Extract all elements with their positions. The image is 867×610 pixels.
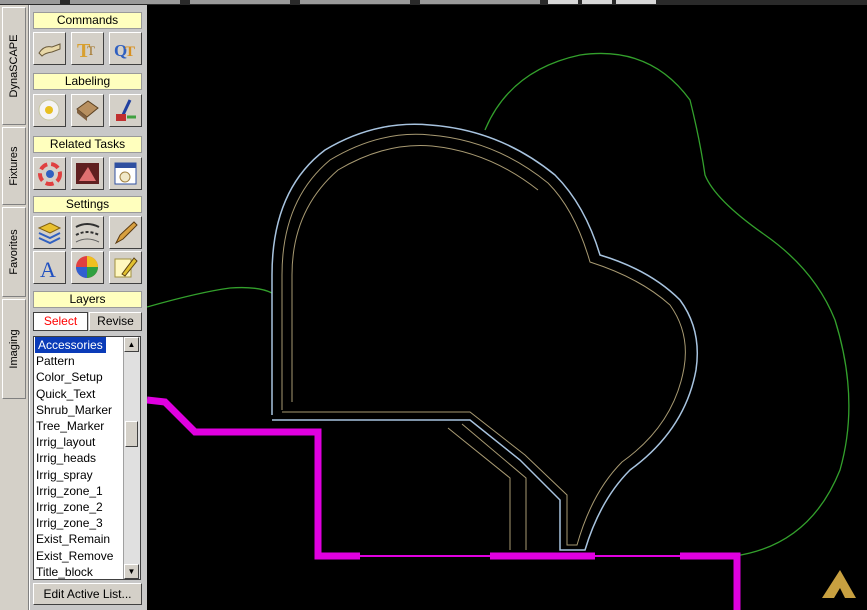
tab-label: DynaSCAPE [8, 34, 20, 98]
list-item[interactable]: Quick_Text [36, 386, 95, 402]
color-wheel-icon[interactable] [33, 157, 66, 190]
calendar-plant-icon[interactable] [109, 157, 142, 190]
layers-header: Layers [33, 291, 142, 308]
plant-label-icon[interactable] [33, 94, 66, 127]
line-style-icon[interactable] [71, 216, 104, 249]
dynascape-logo-icon [822, 570, 856, 598]
labeling-header: Labeling [33, 73, 142, 90]
tab-dynascape[interactable]: DynaSCAPE [2, 7, 26, 125]
list-item[interactable]: Irrig_zone_3 [36, 515, 103, 531]
font-a-icon[interactable]: A [33, 251, 66, 284]
layer-list[interactable]: Accessories Pattern Color_Setup Quick_Te… [33, 336, 141, 580]
dynascape-panel: Commands TT QT Labeling Related Tasks Se… [29, 5, 147, 610]
edit-active-list-button[interactable]: Edit Active List... [33, 583, 142, 605]
list-item[interactable]: Exist_Remain [36, 531, 110, 547]
pool-outer-outline [271, 123, 699, 551]
text-t-icon[interactable]: TT [71, 32, 104, 65]
revise-button[interactable]: Revise [89, 312, 142, 331]
list-item[interactable]: Shrub_Marker [36, 402, 112, 418]
list-item[interactable]: Pattern [36, 353, 75, 369]
scroll-thumb[interactable] [125, 421, 138, 447]
settings-row-2: A [33, 251, 142, 285]
commands-row: TT QT [33, 32, 142, 66]
drawing-canvas[interactable] [147, 5, 867, 610]
settings-header: Settings [33, 196, 142, 213]
tab-fixtures[interactable]: Fixtures [2, 127, 26, 205]
list-item[interactable]: Irrig_spray [36, 467, 93, 483]
settings-row-1 [33, 216, 142, 250]
list-item[interactable]: Title_block [36, 564, 93, 580]
select-button[interactable]: Select [33, 312, 88, 331]
pool-coping-line [291, 145, 539, 550]
scroll-up-icon[interactable]: ▲ [124, 337, 139, 352]
layer-list-scrollbar[interactable]: ▲ ▼ [123, 337, 140, 579]
tab-label: Favorites [8, 229, 20, 275]
list-item[interactable]: Exist_Remove [36, 548, 113, 564]
material-label-icon[interactable] [71, 94, 104, 127]
scroll-down-icon[interactable]: ▼ [124, 564, 139, 579]
list-item[interactable]: Color_Setup [36, 369, 103, 385]
commands-header: Commands [33, 12, 142, 29]
pen-icon[interactable] [109, 216, 142, 249]
list-item[interactable]: Accessories [35, 337, 106, 353]
color-palette-icon[interactable] [71, 251, 104, 284]
eraser-icon[interactable] [33, 32, 66, 65]
layers-icon[interactable] [33, 216, 66, 249]
tab-label: Fixtures [8, 146, 20, 186]
list-item[interactable]: Tree_Marker [36, 418, 104, 434]
labeling-row [33, 94, 142, 128]
vertical-tab-bar: DynaSCAPE Fixtures Favorites Imaging [0, 5, 29, 610]
tab-imaging[interactable]: Imaging [2, 299, 26, 399]
tab-favorites[interactable]: Favorites [2, 207, 26, 297]
quick-text-icon[interactable]: QT [109, 32, 142, 65]
pool-inner-outline [281, 133, 686, 546]
svg-text:A: A [40, 257, 56, 281]
house-wall-outline [147, 396, 741, 610]
leader-label-icon[interactable] [109, 94, 142, 127]
related-tasks-header: Related Tasks [33, 136, 142, 153]
list-item[interactable]: Irrig_heads [36, 450, 96, 466]
svg-text:T: T [125, 44, 135, 60]
list-item[interactable]: Irrig_zone_1 [36, 483, 103, 499]
highlighter-icon[interactable] [109, 251, 142, 284]
select-revise-toggle: Select Revise [33, 312, 142, 331]
tab-label: Imaging [8, 329, 20, 369]
planting-bed-outline [147, 52, 850, 557]
svg-text:T: T [87, 43, 95, 58]
list-item[interactable]: Irrig_layout [36, 434, 95, 450]
symbol-icon[interactable] [71, 157, 104, 190]
related-tasks-row [33, 157, 142, 191]
list-item[interactable]: Irrig_zone_2 [36, 499, 103, 515]
